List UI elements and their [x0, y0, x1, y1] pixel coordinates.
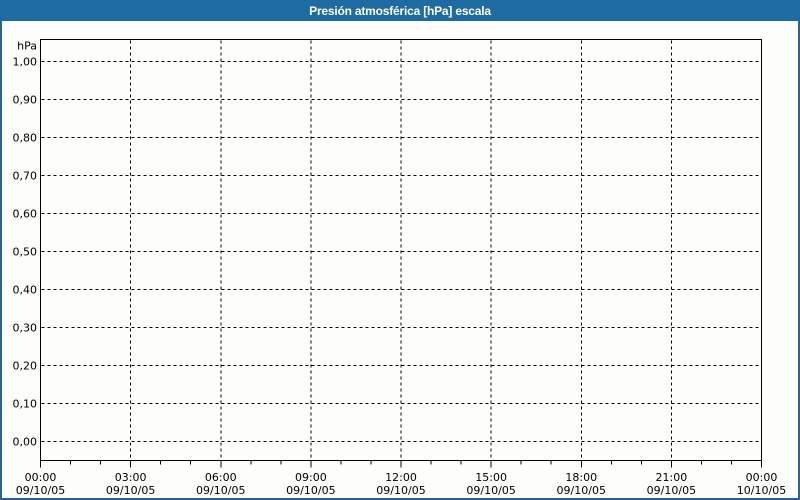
x-tick-time-label: 00:00: [25, 471, 57, 484]
y-tick-label: 0,30: [13, 322, 38, 335]
chart-title: Presión atmosférica [hPa] escala: [309, 3, 491, 18]
plot-border: [40, 39, 762, 461]
y-tick-label: 0,50: [13, 246, 38, 259]
x-tick-time-label: 21:00: [656, 471, 688, 484]
y-tick-label: 0,00: [13, 436, 38, 449]
title-bar: Presión atmosférica [hPa] escala: [0, 0, 800, 21]
x-tick-date-label: 10/10/05: [737, 484, 786, 497]
x-tick-date-label: 09/10/05: [466, 484, 515, 497]
x-tick-date-label: 09/10/05: [16, 484, 65, 497]
y-tick-label: 0,60: [13, 208, 38, 221]
x-tick-time-label: 00:00: [746, 471, 778, 484]
x-tick-time-label: 15:00: [475, 471, 507, 484]
x-tick-time-label: 09:00: [295, 471, 327, 484]
x-tick-date-label: 09/10/05: [557, 484, 606, 497]
y-axis-unit-label: hPa: [17, 40, 37, 53]
y-tick-label: 0,20: [13, 360, 38, 373]
y-tick-label: 1,00: [13, 56, 38, 69]
x-tick-time-label: 06:00: [205, 471, 237, 484]
x-tick-date-label: 09/10/05: [196, 484, 245, 497]
y-tick-label: 0,40: [13, 284, 38, 297]
x-tick-time-label: 03:00: [115, 471, 147, 484]
x-tick-time-label: 18:00: [565, 471, 597, 484]
pressure-chart-canvas: 1,00 0,90 0,80 0,70 0,60 0,50 0,40 0,30 0,20 0,10…: [0, 21, 800, 500]
x-tick-date-label: 09/10/05: [286, 484, 335, 497]
y-tick-label: 0,90: [13, 94, 38, 107]
x-tick-date-label: 09/10/05: [376, 484, 425, 497]
x-tick-date-label: 09/10/05: [106, 484, 155, 497]
x-tick-time-label: 12:00: [385, 471, 417, 484]
y-tick-label: 0,10: [13, 398, 38, 411]
y-tick-label: 0,70: [13, 170, 38, 183]
x-tick-date-label: 09/10/05: [647, 484, 696, 497]
chart-window: Presión atmosférica [hPa] escala 1,00 0,9…: [0, 0, 800, 500]
y-tick-label: 0,80: [13, 132, 38, 145]
